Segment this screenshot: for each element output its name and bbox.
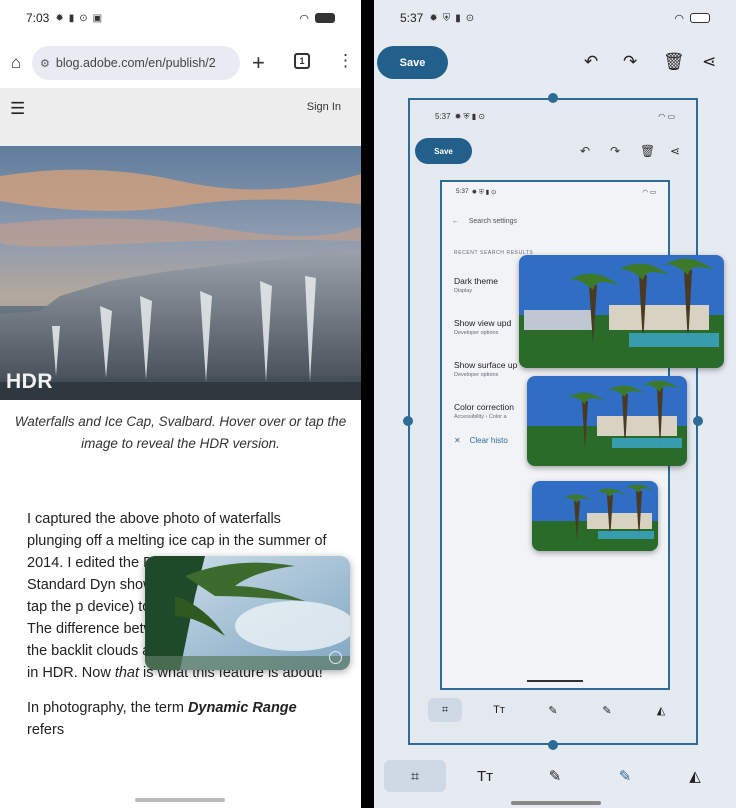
highlighter-icon[interactable]: ✎ [594, 760, 656, 792]
crop-icon[interactable]: ⌗ [384, 760, 446, 792]
editor-toolbar: ⌗ Tт ✎ ✎ ◭ [374, 756, 736, 796]
screenshot-editor-phone: 5:37 ✹ ⛨ ▮ ⊙ ◠ Save ↶ ↷ 🗑 ⋖ 5:37 ✹ ⛨ ▮ ⊙… [374, 0, 736, 808]
browser-toolbar: ⌂ ⚙ blog.adobe.com/en/publish/2 + 1 ⋮ [0, 44, 361, 82]
ice-cap-photo [0, 146, 361, 400]
url-text: blog.adobe.com/en/publish/2 [55, 56, 216, 70]
battery-icon [315, 13, 335, 23]
picture-in-picture-window[interactable] [145, 556, 350, 670]
undo-icon[interactable]: ↶ [584, 52, 598, 72]
share-icon[interactable]: ⋖ [702, 52, 716, 72]
wifi-icon: ◠ [674, 12, 684, 25]
menu-icon[interactable]: ☰ [10, 99, 25, 119]
notification-status-icon: ▮ [68, 12, 75, 24]
palm-image-small [532, 481, 658, 551]
site-info-icon[interactable]: ⚙ [40, 57, 50, 70]
home-icon[interactable]: ⌂ [2, 49, 30, 77]
article-paragraph: In photography, the term Dynamic Range r… [27, 700, 297, 738]
save-button[interactable]: Save [377, 46, 448, 79]
battery-icon [690, 13, 710, 23]
circle-status-icon: ⊙ [79, 12, 88, 24]
split-divider[interactable] [361, 0, 374, 808]
notification-status-icon: ▮ [455, 12, 461, 24]
palm-image-medium [527, 376, 687, 466]
delete-icon[interactable]: 🗑 [663, 52, 685, 72]
browser-phone: 7:03 ✹ ▮ ⊙ ▣ ◠ ⌂ ⚙ blog.adobe.com/en/pub… [0, 0, 361, 808]
gesture-bar [511, 801, 601, 805]
sign-in-link[interactable]: Sign In [307, 101, 341, 113]
more-menu-icon[interactable]: ⋮ [337, 51, 354, 71]
crop-handle-bottom[interactable] [548, 740, 558, 750]
wifi-icon: ◠ [299, 12, 309, 25]
pen-icon[interactable]: ✎ [524, 760, 586, 792]
crop-handle-right[interactable] [693, 416, 703, 426]
shield-status-icon: ⛨ [442, 12, 451, 24]
text-icon[interactable]: Tт [454, 760, 516, 792]
hdr-label: HDR [6, 370, 53, 393]
status-bar: 7:03 ✹ ▮ ⊙ ▣ ◠ [0, 0, 361, 36]
pip-settings-icon[interactable] [329, 651, 342, 664]
palm-image-large [519, 255, 724, 368]
screen: 7:03 ✹ ▮ ⊙ ▣ ◠ ⌂ ⚙ blog.adobe.com/en/pub… [0, 0, 736, 808]
tab-switcher-icon[interactable]: 1 [294, 53, 310, 69]
status-time: 7:03 [26, 11, 50, 25]
palm-video-thumbnail [145, 556, 350, 670]
gesture-bar [135, 798, 225, 802]
redo-icon[interactable]: ↷ [623, 52, 637, 72]
circle-status-icon: ⊙ [465, 12, 475, 24]
site-header: ☰ Sign In [0, 88, 361, 146]
status-time: 5:37 [400, 11, 424, 25]
settings-status-icon: ✹ [55, 12, 64, 24]
crop-handle-top[interactable] [548, 93, 558, 103]
status-bar: 5:37 ✹ ⛨ ▮ ⊙ ◠ [374, 0, 736, 36]
url-bar[interactable]: ⚙ blog.adobe.com/en/publish/2 [32, 46, 240, 80]
hero-image[interactable]: HDR [0, 146, 361, 400]
eraser-icon[interactable]: ◭ [664, 760, 726, 792]
cast-status-icon: ▣ [92, 12, 103, 24]
crop-handle-left[interactable] [403, 416, 413, 426]
new-tab-icon[interactable]: + [252, 50, 265, 76]
settings-status-icon: ✹ [429, 12, 438, 24]
image-caption: Waterfalls and Ice Cap, Svalbard. Hover … [14, 414, 347, 451]
